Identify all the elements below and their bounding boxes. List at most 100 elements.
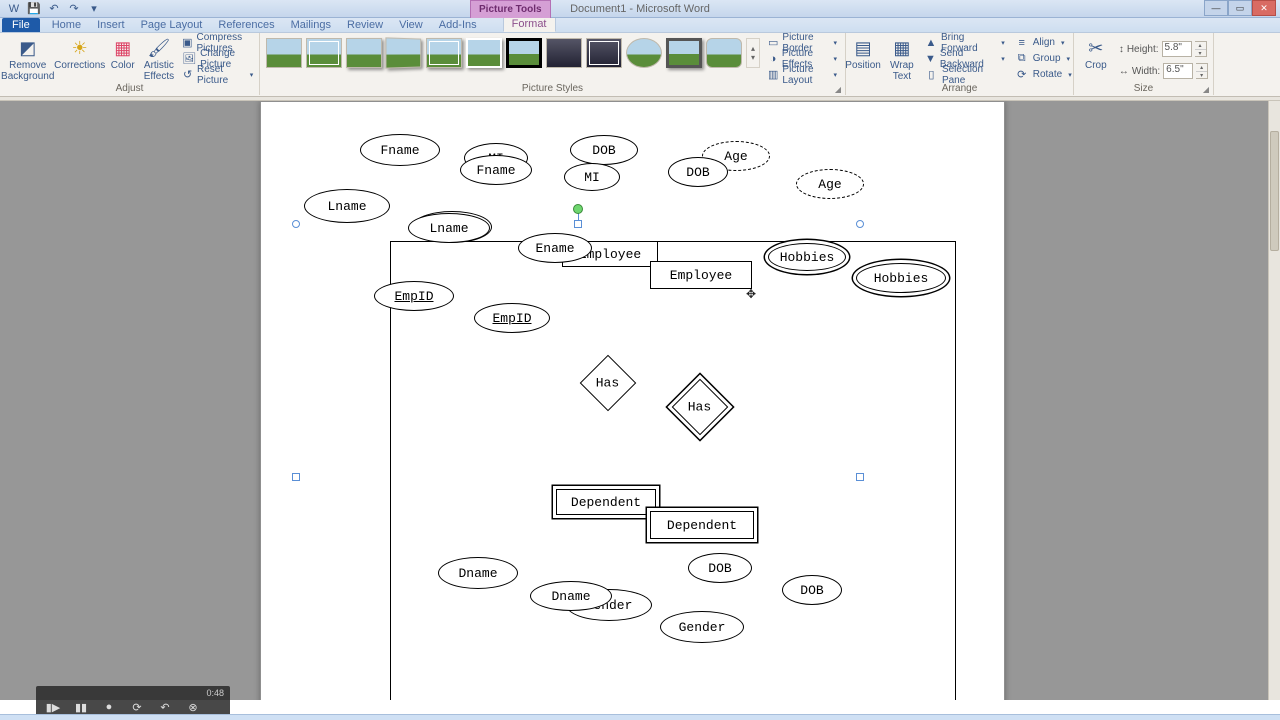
position-button[interactable]: ▤Position: [845, 35, 881, 72]
sendback-icon: ▼: [925, 52, 936, 66]
style-gallery: ▴▾: [266, 35, 760, 68]
handle-ne[interactable]: [856, 220, 864, 228]
border-icon: ▭: [768, 36, 778, 50]
ribbon-tabs: File Home Insert Page Layout References …: [0, 18, 1280, 33]
er-fname-2[interactable]: Fname: [460, 155, 532, 185]
handle-nw[interactable]: [292, 220, 300, 228]
reset-picture-button[interactable]: ↺Reset Picture▾: [180, 67, 255, 82]
er-hobbies-2[interactable]: Hobbies: [856, 263, 946, 293]
qat-more-icon[interactable]: ▾: [86, 1, 102, 17]
width-icon: ↔: [1119, 66, 1129, 77]
rotate-handle[interactable]: [573, 204, 583, 214]
crop-button[interactable]: ✂ Crop: [1079, 35, 1113, 72]
style-thumb-3[interactable]: [346, 38, 382, 68]
style-thumb-10[interactable]: [626, 38, 662, 68]
group-adjust: ◩ Remove Background ☀ Corrections ▦ Colo…: [0, 33, 260, 95]
style-thumb-5[interactable]: [426, 38, 462, 68]
style-thumb-12[interactable]: [706, 38, 742, 68]
er-dob-1[interactable]: DOB: [570, 135, 638, 165]
selection-pane-button[interactable]: ▯Selection Pane: [923, 67, 1007, 82]
size-inputs: ↕ Height: 5.8" ▴▾ ↔ Width: 6.5" ▴▾: [1119, 35, 1208, 79]
picstyle-small-col: ▭Picture Border▾ ◑Picture Effects▾ ▥Pict…: [766, 35, 839, 82]
close-button[interactable]: ✕: [1252, 0, 1276, 16]
artistic-icon: 🖌: [144, 37, 174, 59]
style-thumb-7[interactable]: [506, 38, 542, 68]
er-fname-1[interactable]: Fname: [360, 134, 440, 166]
wrap-text-button[interactable]: ▦Wrap Text: [887, 35, 917, 82]
height-spinner[interactable]: ▴▾: [1195, 41, 1207, 57]
style-thumb-6[interactable]: [466, 38, 502, 68]
wrap-icon: ▦: [887, 37, 917, 59]
tab-view[interactable]: View: [391, 18, 431, 32]
height-label: Height:: [1127, 44, 1159, 55]
title-bar: W 💾 ↶ ↷ ▾ Picture Tools Document1 - Micr…: [0, 0, 1280, 18]
scroll-thumb[interactable]: [1270, 131, 1279, 251]
align-icon: ≡: [1015, 36, 1029, 50]
tab-addins[interactable]: Add-Ins: [431, 18, 485, 32]
rotate-button[interactable]: ⟳Rotate▾: [1013, 67, 1074, 82]
style-thumb-1[interactable]: [266, 38, 302, 68]
tab-references[interactable]: References: [210, 18, 282, 32]
style-thumb-11[interactable]: [666, 38, 702, 68]
style-thumb-2[interactable]: [306, 38, 342, 68]
piclayout-icon: ▥: [768, 68, 778, 82]
handle-n[interactable]: [574, 220, 582, 228]
picture-layout-button[interactable]: ▥Picture Layout▾: [766, 67, 839, 82]
picture-selection[interactable]: [296, 224, 860, 700]
style-thumb-9[interactable]: [586, 38, 622, 68]
player-loop-button[interactable]: ⟳: [130, 700, 144, 714]
group-arrange: ▤Position ▦Wrap Text ▲Bring Forward▾ ▼Se…: [846, 33, 1074, 95]
arrange-group-label: Arrange: [846, 83, 1073, 95]
undo-icon[interactable]: ↶: [46, 1, 62, 17]
remove-background-button[interactable]: ◩ Remove Background: [4, 35, 52, 82]
player-pause-button[interactable]: ▮▮: [74, 700, 88, 714]
color-button[interactable]: ▦ Color: [108, 35, 138, 72]
color-label: Color: [111, 61, 135, 72]
style-thumb-8[interactable]: [546, 38, 582, 68]
redo-icon[interactable]: ↷: [66, 1, 82, 17]
corrections-label: Corrections: [54, 61, 105, 72]
height-row: ↕ Height: 5.8" ▴▾: [1119, 41, 1208, 57]
save-icon[interactable]: 💾: [26, 1, 42, 17]
er-age-2[interactable]: Age: [796, 169, 864, 199]
tab-page-layout[interactable]: Page Layout: [133, 18, 211, 32]
height-input[interactable]: 5.8": [1162, 41, 1192, 57]
maximize-button[interactable]: ▭: [1228, 0, 1252, 16]
group-picture-styles: ▴▾ ▭Picture Border▾ ◑Picture Effects▾ ▥P…: [260, 33, 846, 95]
color-icon: ▦: [108, 37, 138, 59]
tab-review[interactable]: Review: [339, 18, 391, 32]
player-play-button[interactable]: ▮▶: [46, 700, 60, 714]
artistic-effects-button[interactable]: 🖌 Artistic Effects: [144, 35, 174, 82]
adjust-small-col: ▣Compress Pictures 🖼Change Picture ↺Rese…: [180, 35, 255, 82]
player-mic-button[interactable]: ●: [102, 700, 116, 714]
player-undo-button[interactable]: ↶: [158, 700, 172, 714]
reset-icon: ↺: [182, 68, 193, 82]
minimize-button[interactable]: —: [1204, 0, 1228, 16]
width-spinner[interactable]: ▴▾: [1196, 63, 1208, 79]
er-lname-1[interactable]: Lname: [304, 189, 390, 223]
crop-icon: ✂: [1081, 37, 1111, 59]
gallery-more-button[interactable]: ▴▾: [746, 38, 760, 68]
group-button[interactable]: ⧉Group▾: [1013, 51, 1074, 66]
style-thumb-4[interactable]: [385, 37, 421, 68]
effects-icon: ◑: [768, 52, 778, 66]
tab-mailings[interactable]: Mailings: [283, 18, 339, 32]
handle-e[interactable]: [856, 473, 864, 481]
crop-label: Crop: [1085, 61, 1107, 72]
tab-home[interactable]: Home: [44, 18, 89, 32]
styles-launcher[interactable]: ◢: [833, 84, 843, 94]
corrections-button[interactable]: ☀ Corrections: [58, 35, 102, 72]
tab-format[interactable]: Format: [503, 16, 556, 32]
tab-insert[interactable]: Insert: [89, 18, 133, 32]
size-launcher[interactable]: ◢: [1201, 84, 1211, 94]
er-edges: [0, 101, 300, 251]
handle-w[interactable]: [292, 473, 300, 481]
align-button[interactable]: ≡Align▾: [1013, 35, 1074, 50]
width-row: ↔ Width: 6.5" ▴▾: [1119, 63, 1208, 79]
width-input[interactable]: 6.5": [1163, 63, 1193, 79]
er-mi-2[interactable]: MI: [564, 163, 620, 191]
player-close-button[interactable]: ⊗: [186, 700, 200, 714]
vertical-scrollbar[interactable]: [1268, 101, 1280, 700]
er-dob-2[interactable]: DOB: [668, 157, 728, 187]
tab-file[interactable]: File: [2, 18, 40, 32]
